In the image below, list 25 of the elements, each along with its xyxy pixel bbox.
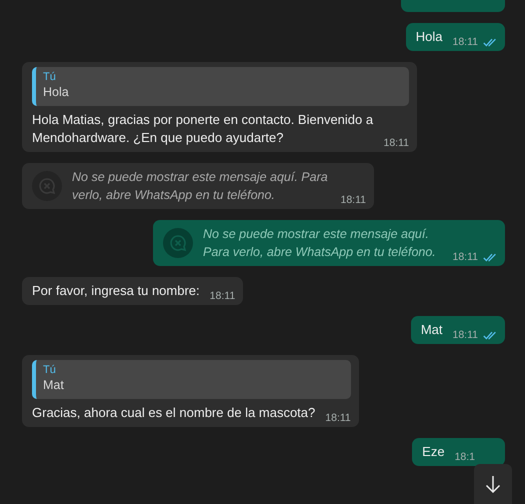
message-time: 18:11 — [325, 412, 351, 424]
quoted-message[interactable]: Tú Mat — [32, 360, 351, 399]
message-time: 18:11 — [452, 251, 478, 263]
message-time: 18:1 — [454, 451, 475, 463]
message-time: 18:11 — [210, 290, 236, 302]
message-text: Hola — [416, 28, 442, 46]
message-time: 18:11 — [340, 194, 366, 206]
message-time: 18:11 — [452, 329, 478, 341]
quote-text: Hola — [43, 84, 70, 100]
message-text: Por favor, ingresa tu nombre: — [32, 282, 200, 300]
message-text: Eze — [422, 443, 445, 461]
quoted-message[interactable]: Tú Hola — [32, 67, 409, 106]
message-text: Mat — [420, 321, 442, 339]
message-text: No se puede mostrar este mensaje aquí. Para verlo, abre WhatsApp en tu teléfono. — [72, 169, 329, 204]
message-text: Gracias, ahora cual es el nombre de la mascota? — [32, 404, 316, 422]
message-text: No se puede mostrar este mensaje aquí. Para verlo, abre WhatsApp en tu teléfono. — [203, 226, 437, 261]
quote-author: Tú — [43, 364, 57, 377]
quote-text: Mat — [43, 377, 65, 393]
message-text: Hola Matias, gracias por ponerte en contacto. Bienvenido a Mendohardware. ¿En que puedo ayudarte? — [32, 111, 374, 147]
message-time: 18:11 — [384, 137, 409, 149]
quote-author: Tú — [43, 71, 57, 84]
unavailable-message-icon — [163, 228, 193, 258]
message-time: 18:11 — [452, 36, 478, 48]
arrow-down-icon — [485, 475, 501, 493]
scroll-down-button[interactable] — [474, 464, 512, 504]
